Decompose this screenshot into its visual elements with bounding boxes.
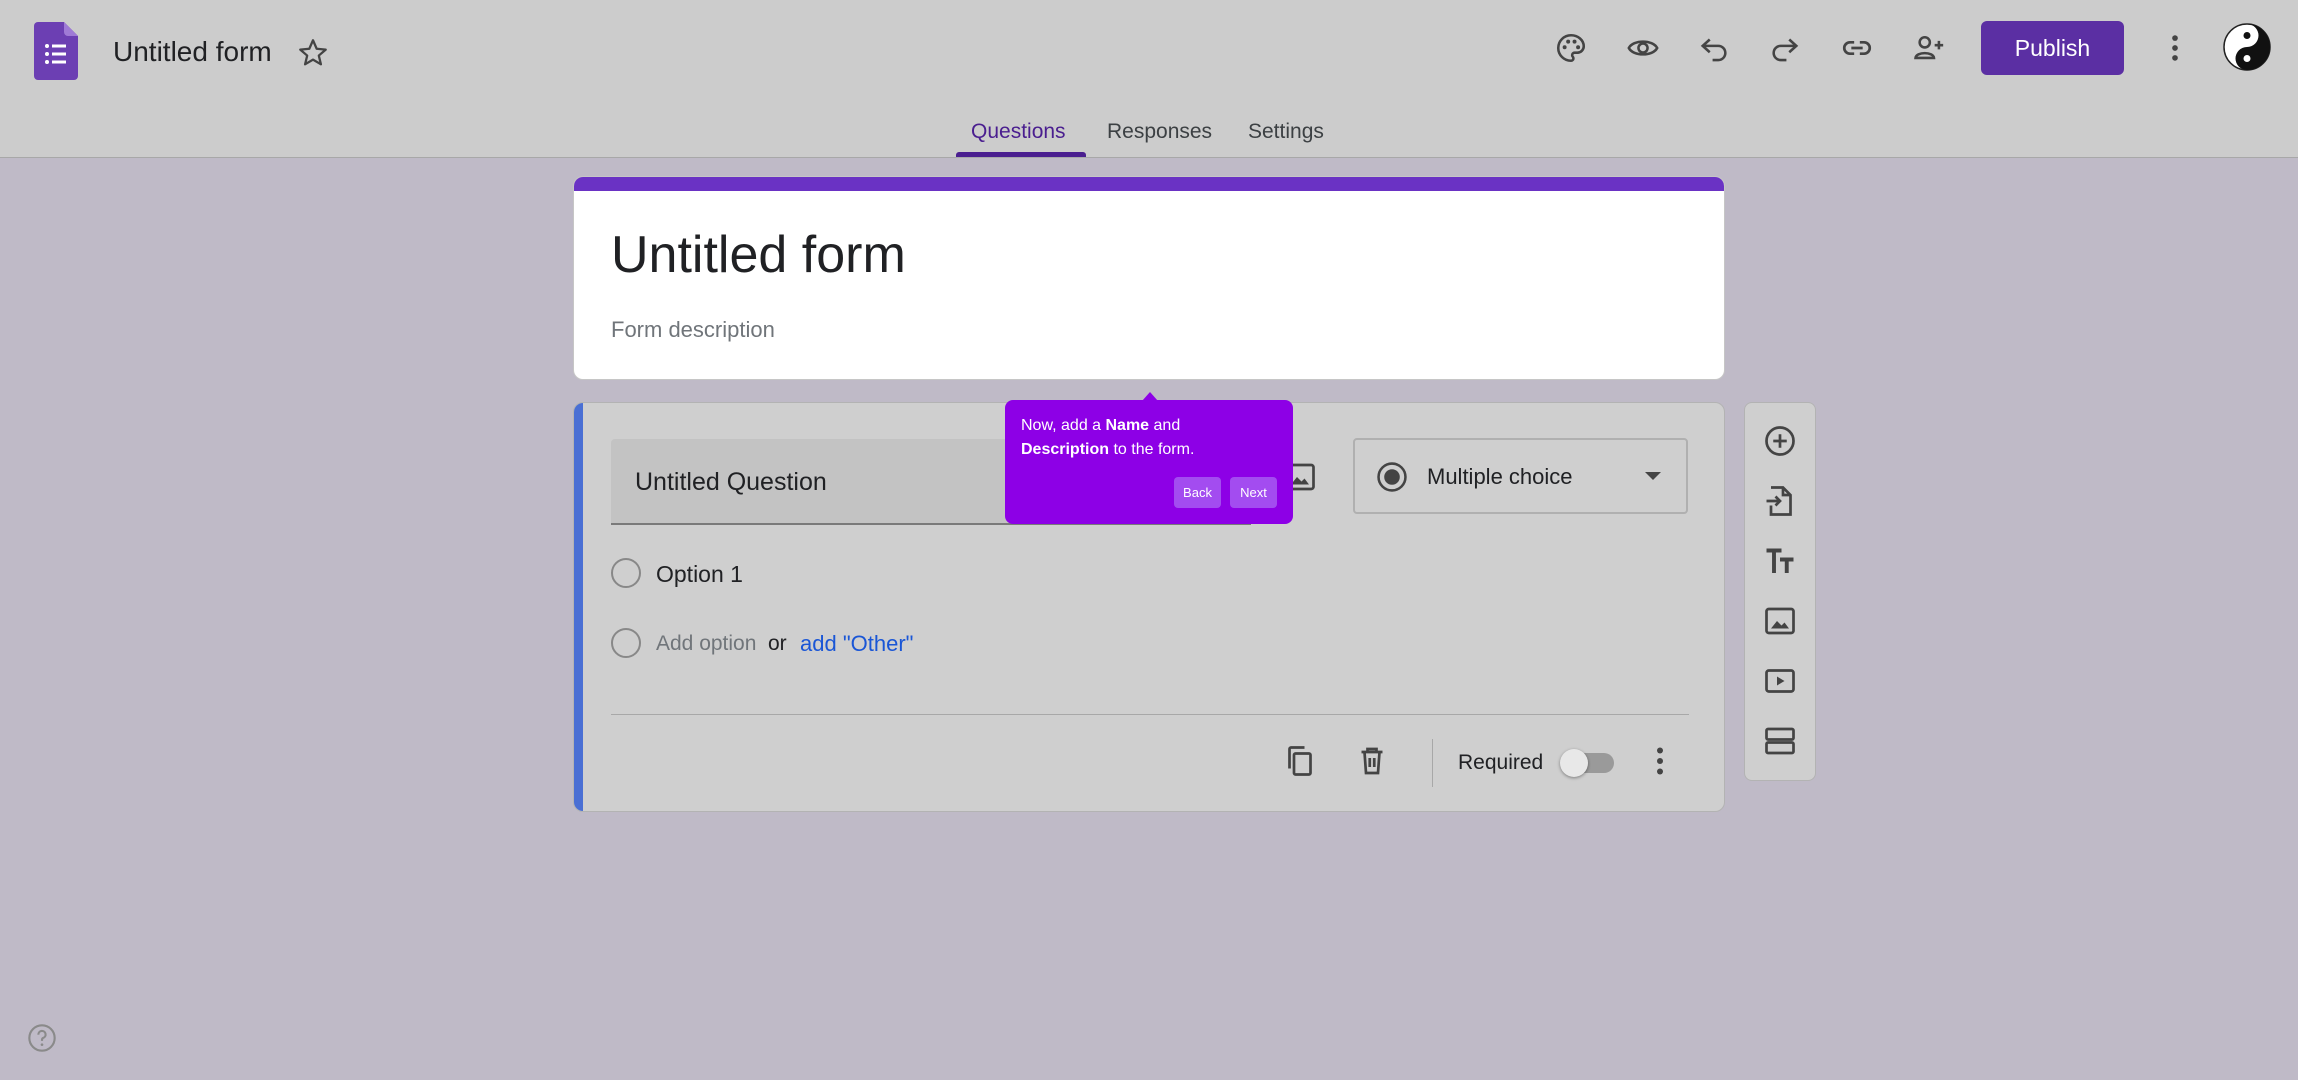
add-title-icon[interactable] bbox=[1762, 543, 1798, 579]
question-type-select[interactable]: Multiple choice bbox=[1353, 438, 1688, 514]
tooltip-text: Now, add a Name and Description to the f… bbox=[1021, 417, 1195, 458]
tab-responses[interactable]: Responses bbox=[1107, 120, 1212, 144]
active-tab-indicator bbox=[956, 152, 1086, 157]
delete-icon[interactable] bbox=[1354, 743, 1390, 779]
form-title[interactable]: Untitled form bbox=[611, 225, 906, 285]
add-person-icon[interactable] bbox=[1909, 28, 1949, 68]
publish-button[interactable]: Publish bbox=[1981, 21, 2124, 75]
option-label[interactable]: Option 1 bbox=[656, 561, 743, 588]
undo-icon[interactable] bbox=[1694, 28, 1734, 68]
question-more-icon[interactable] bbox=[1642, 743, 1678, 779]
help-icon[interactable] bbox=[26, 1022, 58, 1054]
document-title[interactable]: Untitled form bbox=[113, 36, 272, 68]
avatar[interactable] bbox=[2223, 23, 2271, 71]
add-question-icon[interactable] bbox=[1762, 423, 1798, 459]
eye-icon[interactable] bbox=[1623, 28, 1663, 68]
app-header: Untitled form Publish Questions Response… bbox=[0, 0, 2298, 158]
add-section-icon[interactable] bbox=[1762, 723, 1798, 759]
question-title: Untitled Question bbox=[635, 468, 827, 496]
add-option-radio-icon bbox=[611, 628, 641, 658]
option-radio-icon bbox=[611, 558, 641, 588]
radio-checked-icon bbox=[1375, 460, 1409, 494]
question-footer-divider bbox=[611, 714, 1689, 715]
add-option-link[interactable]: Add option bbox=[656, 632, 756, 656]
add-video-icon[interactable] bbox=[1762, 663, 1798, 699]
tooltip-back-button[interactable]: Back bbox=[1174, 477, 1221, 508]
more-vert-icon[interactable] bbox=[2155, 28, 2195, 68]
link-icon[interactable] bbox=[1837, 28, 1877, 68]
footer-vertical-divider bbox=[1432, 739, 1433, 787]
tooltip-next-button[interactable]: Next bbox=[1230, 477, 1277, 508]
tab-questions[interactable]: Questions bbox=[971, 120, 1066, 144]
form-description-field[interactable]: Form description bbox=[611, 317, 775, 343]
tab-bar: Questions Responses Settings bbox=[0, 108, 2298, 158]
form-header-card[interactable]: Untitled form Form description bbox=[573, 176, 1725, 380]
add-image-icon[interactable] bbox=[1762, 603, 1798, 639]
side-toolbar bbox=[1744, 402, 1816, 781]
question-active-bar bbox=[574, 403, 583, 811]
redo-icon[interactable] bbox=[1765, 28, 1805, 68]
duplicate-icon[interactable] bbox=[1282, 743, 1318, 779]
onboarding-tooltip: Now, add a Name and Description to the f… bbox=[1005, 400, 1293, 524]
dropdown-arrow-icon bbox=[1645, 472, 1661, 480]
form-accent-bar bbox=[574, 177, 1724, 191]
required-label: Required bbox=[1458, 751, 1544, 774]
or-text: or bbox=[768, 632, 787, 655]
required-toggle[interactable] bbox=[1560, 749, 1614, 777]
forms-logo-icon[interactable] bbox=[34, 22, 78, 80]
star-icon[interactable] bbox=[296, 36, 330, 70]
import-questions-icon[interactable] bbox=[1762, 483, 1798, 519]
add-other-link[interactable]: add "Other" bbox=[800, 631, 913, 657]
tab-settings[interactable]: Settings bbox=[1248, 120, 1324, 144]
palette-icon[interactable] bbox=[1551, 28, 1591, 68]
question-type-label: Multiple choice bbox=[1427, 464, 1573, 489]
toggle-knob bbox=[1560, 749, 1588, 777]
